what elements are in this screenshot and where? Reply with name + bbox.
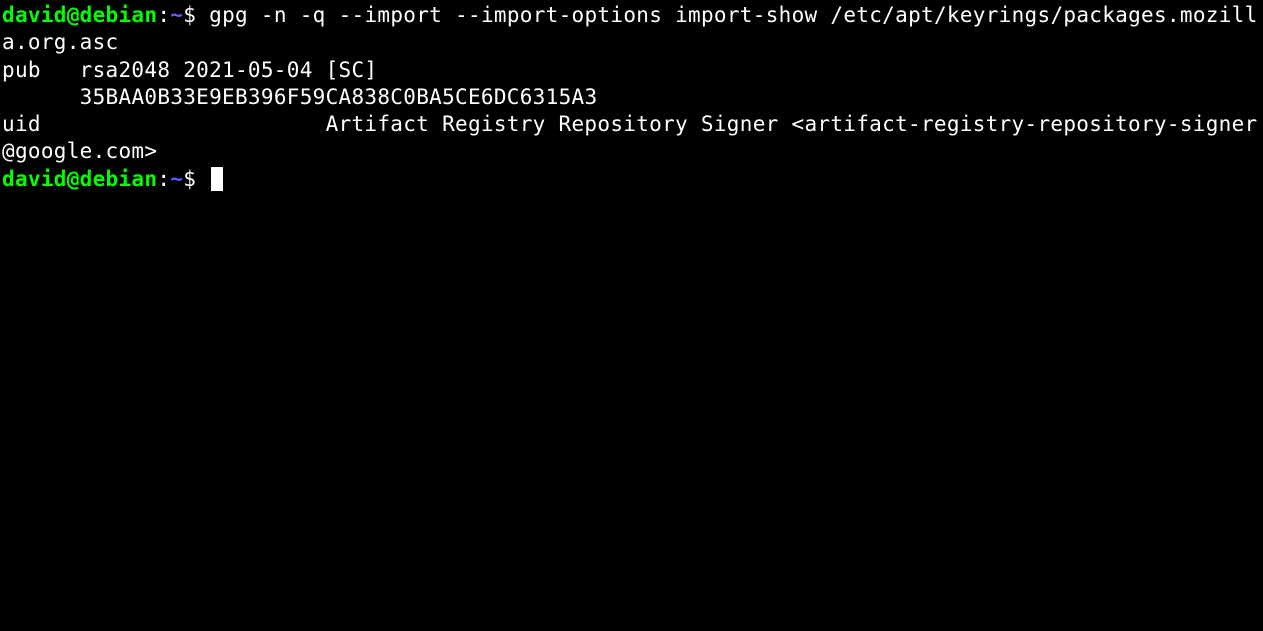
prompt-symbol-2: $ xyxy=(183,167,196,191)
prompt-symbol: $ xyxy=(183,3,196,27)
prompt-path: ~ xyxy=(170,3,183,27)
prompt-separator-2: : xyxy=(157,167,170,191)
output-line-fingerprint: 35BAA0B33E9EB396F59CA838C0BA5CE6DC6315A3 xyxy=(2,84,1261,111)
cursor-icon xyxy=(211,167,223,191)
prompt-user-host-2: david@debian xyxy=(2,167,157,191)
prompt-path-2: ~ xyxy=(170,167,183,191)
output-line-pub: pub rsa2048 2021-05-04 [SC] xyxy=(2,57,1261,84)
command-line-1: david@debian:~$ gpg -n -q --import --imp… xyxy=(2,2,1261,57)
prompt-separator: : xyxy=(157,3,170,27)
output-line-uid: uid Artifact Registry Repository Signer … xyxy=(2,111,1261,166)
command-line-2: david@debian:~$ xyxy=(2,166,1261,193)
prompt-user-host: david@debian xyxy=(2,3,157,27)
command-input-area[interactable] xyxy=(196,167,223,191)
terminal-window[interactable]: david@debian:~$ gpg -n -q --import --imp… xyxy=(2,2,1261,193)
